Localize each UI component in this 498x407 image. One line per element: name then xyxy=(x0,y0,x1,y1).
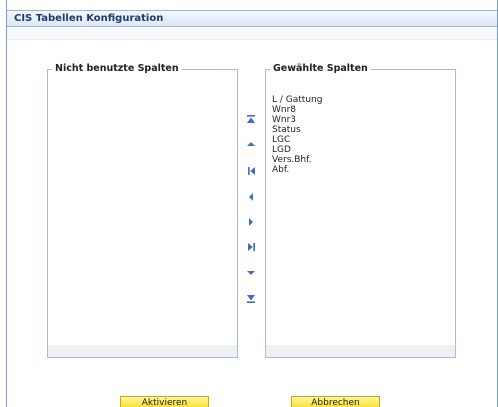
move-down-button[interactable] xyxy=(245,268,257,278)
move-left-icon xyxy=(249,193,253,201)
move-all-right-button[interactable] xyxy=(245,242,257,252)
move-to-bottom-icon xyxy=(247,294,255,303)
move-up-icon xyxy=(247,142,255,146)
cancel-button[interactable]: Abbrechen xyxy=(291,396,380,407)
move-up-button[interactable] xyxy=(245,139,257,149)
move-all-right-icon xyxy=(247,243,255,251)
selected-columns-list[interactable]: L / Gattung Wnr8 Wnr3 Status LGC LGD Ver… xyxy=(272,95,451,175)
title-bar: CIS Tabellen Konfiguration xyxy=(7,10,497,27)
move-right-button[interactable] xyxy=(245,217,257,227)
toolbar-band xyxy=(7,28,497,40)
selected-columns-legend: Gewählte Spalten xyxy=(270,63,371,74)
unused-columns-footer xyxy=(48,345,237,357)
unused-columns-panel: Nicht benutzte Spalten xyxy=(47,63,238,358)
dialog-title: CIS Tabellen Konfiguration xyxy=(14,13,164,24)
unused-columns-legend: Nicht benutzte Spalten xyxy=(52,63,182,74)
selected-columns-footer xyxy=(266,345,455,357)
move-to-top-icon xyxy=(247,114,255,123)
list-item[interactable]: L / Gattung xyxy=(272,95,451,105)
list-item[interactable]: Abf. xyxy=(272,165,451,175)
activate-button[interactable]: Aktivieren xyxy=(120,396,209,407)
move-all-left-icon xyxy=(247,167,255,175)
move-right-icon xyxy=(249,218,253,226)
move-to-bottom-button[interactable] xyxy=(245,293,257,303)
list-item[interactable]: LGD xyxy=(272,145,451,155)
selected-columns-panel: Gewählte Spalten L / Gattung Wnr8 Wnr3 S… xyxy=(265,63,456,358)
move-down-icon xyxy=(247,271,255,275)
list-item[interactable]: Wnr3 xyxy=(272,115,451,125)
move-all-left-button[interactable] xyxy=(245,166,257,176)
list-item[interactable]: Status xyxy=(272,125,451,135)
list-item[interactable]: Vers.Bhf. xyxy=(272,155,451,165)
list-item[interactable]: LGC xyxy=(272,135,451,145)
move-left-button[interactable] xyxy=(245,192,257,202)
move-to-top-button[interactable] xyxy=(245,114,257,124)
list-item[interactable]: Wnr8 xyxy=(272,105,451,115)
